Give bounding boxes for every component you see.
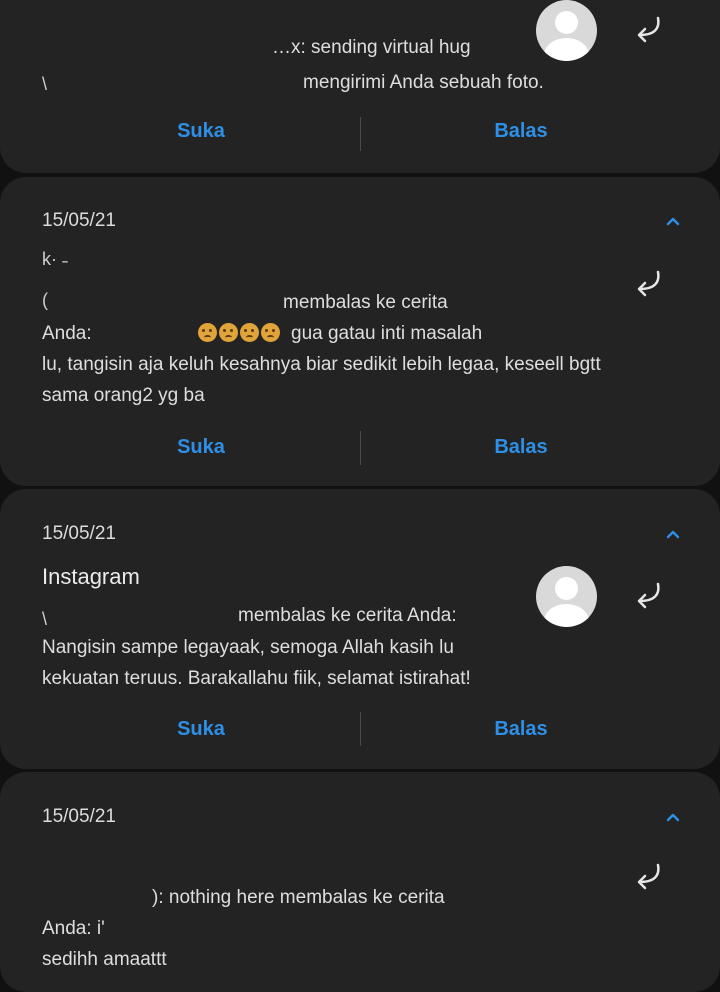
reply-button[interactable]: Balas [441,436,601,459]
message-text: Nangisin sampe legayaak, semoga Allah ka… [42,637,471,689]
action-divider [360,431,361,465]
sender-name: k· ˗ [42,249,68,269]
notification-card-4[interactable]: 15/05/21 ): nothing here membalas ke cer… [0,772,720,992]
reply-button[interactable]: Balas [441,120,601,143]
message-text: sedihh amaattt [42,949,167,970]
like-button[interactable]: Suka [121,436,281,459]
notification-date: 15/05/21 [42,806,116,827]
like-button[interactable]: Suka [121,718,281,741]
reply-arrow-icon[interactable] [630,862,666,892]
notification-date: 15/05/21 [42,523,116,544]
app-name: Instagram [42,564,140,589]
message-text: gua gatau inti masalah [291,323,483,344]
anda-label: Anda: [42,323,92,344]
redacted-mark: \ [42,74,48,94]
collapse-chevron-icon[interactable] [666,529,680,539]
notification-card-1[interactable]: …x: sending virtual hug \ mengirimi Anda… [0,0,720,173]
like-button[interactable]: Suka [121,120,281,143]
reply-arrow-icon[interactable] [630,581,666,611]
anda-label: Anda: i' [42,918,105,939]
avatar-icon [536,566,597,627]
reply-text: ): nothing here membalas ke cerita [152,887,445,908]
notification-text: …x: sending virtual hug [272,37,471,58]
reply-arrow-icon[interactable] [630,15,666,45]
redacted-mark: ( [42,290,48,310]
message-text: lu, tangisin aja keluh kesahnya biar sed… [42,354,601,406]
reply-text: membalas ke cerita [283,292,448,313]
notification-text: mengirimi Anda sebuah foto. [303,72,544,93]
redacted-mark: \ [42,609,48,629]
collapse-chevron-icon[interactable] [666,812,680,822]
reply-button[interactable]: Balas [441,718,601,741]
action-divider [360,117,361,151]
notification-card-3[interactable]: 15/05/21 Instagram \ membalas ke cerita … [0,489,720,769]
collapse-chevron-icon[interactable] [666,216,680,226]
reply-arrow-icon[interactable] [630,269,666,299]
notification-card-2[interactable]: 15/05/21 k· ˗ ( membalas ke cerita Anda:… [0,177,720,486]
reply-text: membalas ke cerita Anda: [238,605,457,626]
notification-date: 15/05/21 [42,210,116,231]
action-divider [360,712,361,746]
emoji-group [198,323,282,344]
